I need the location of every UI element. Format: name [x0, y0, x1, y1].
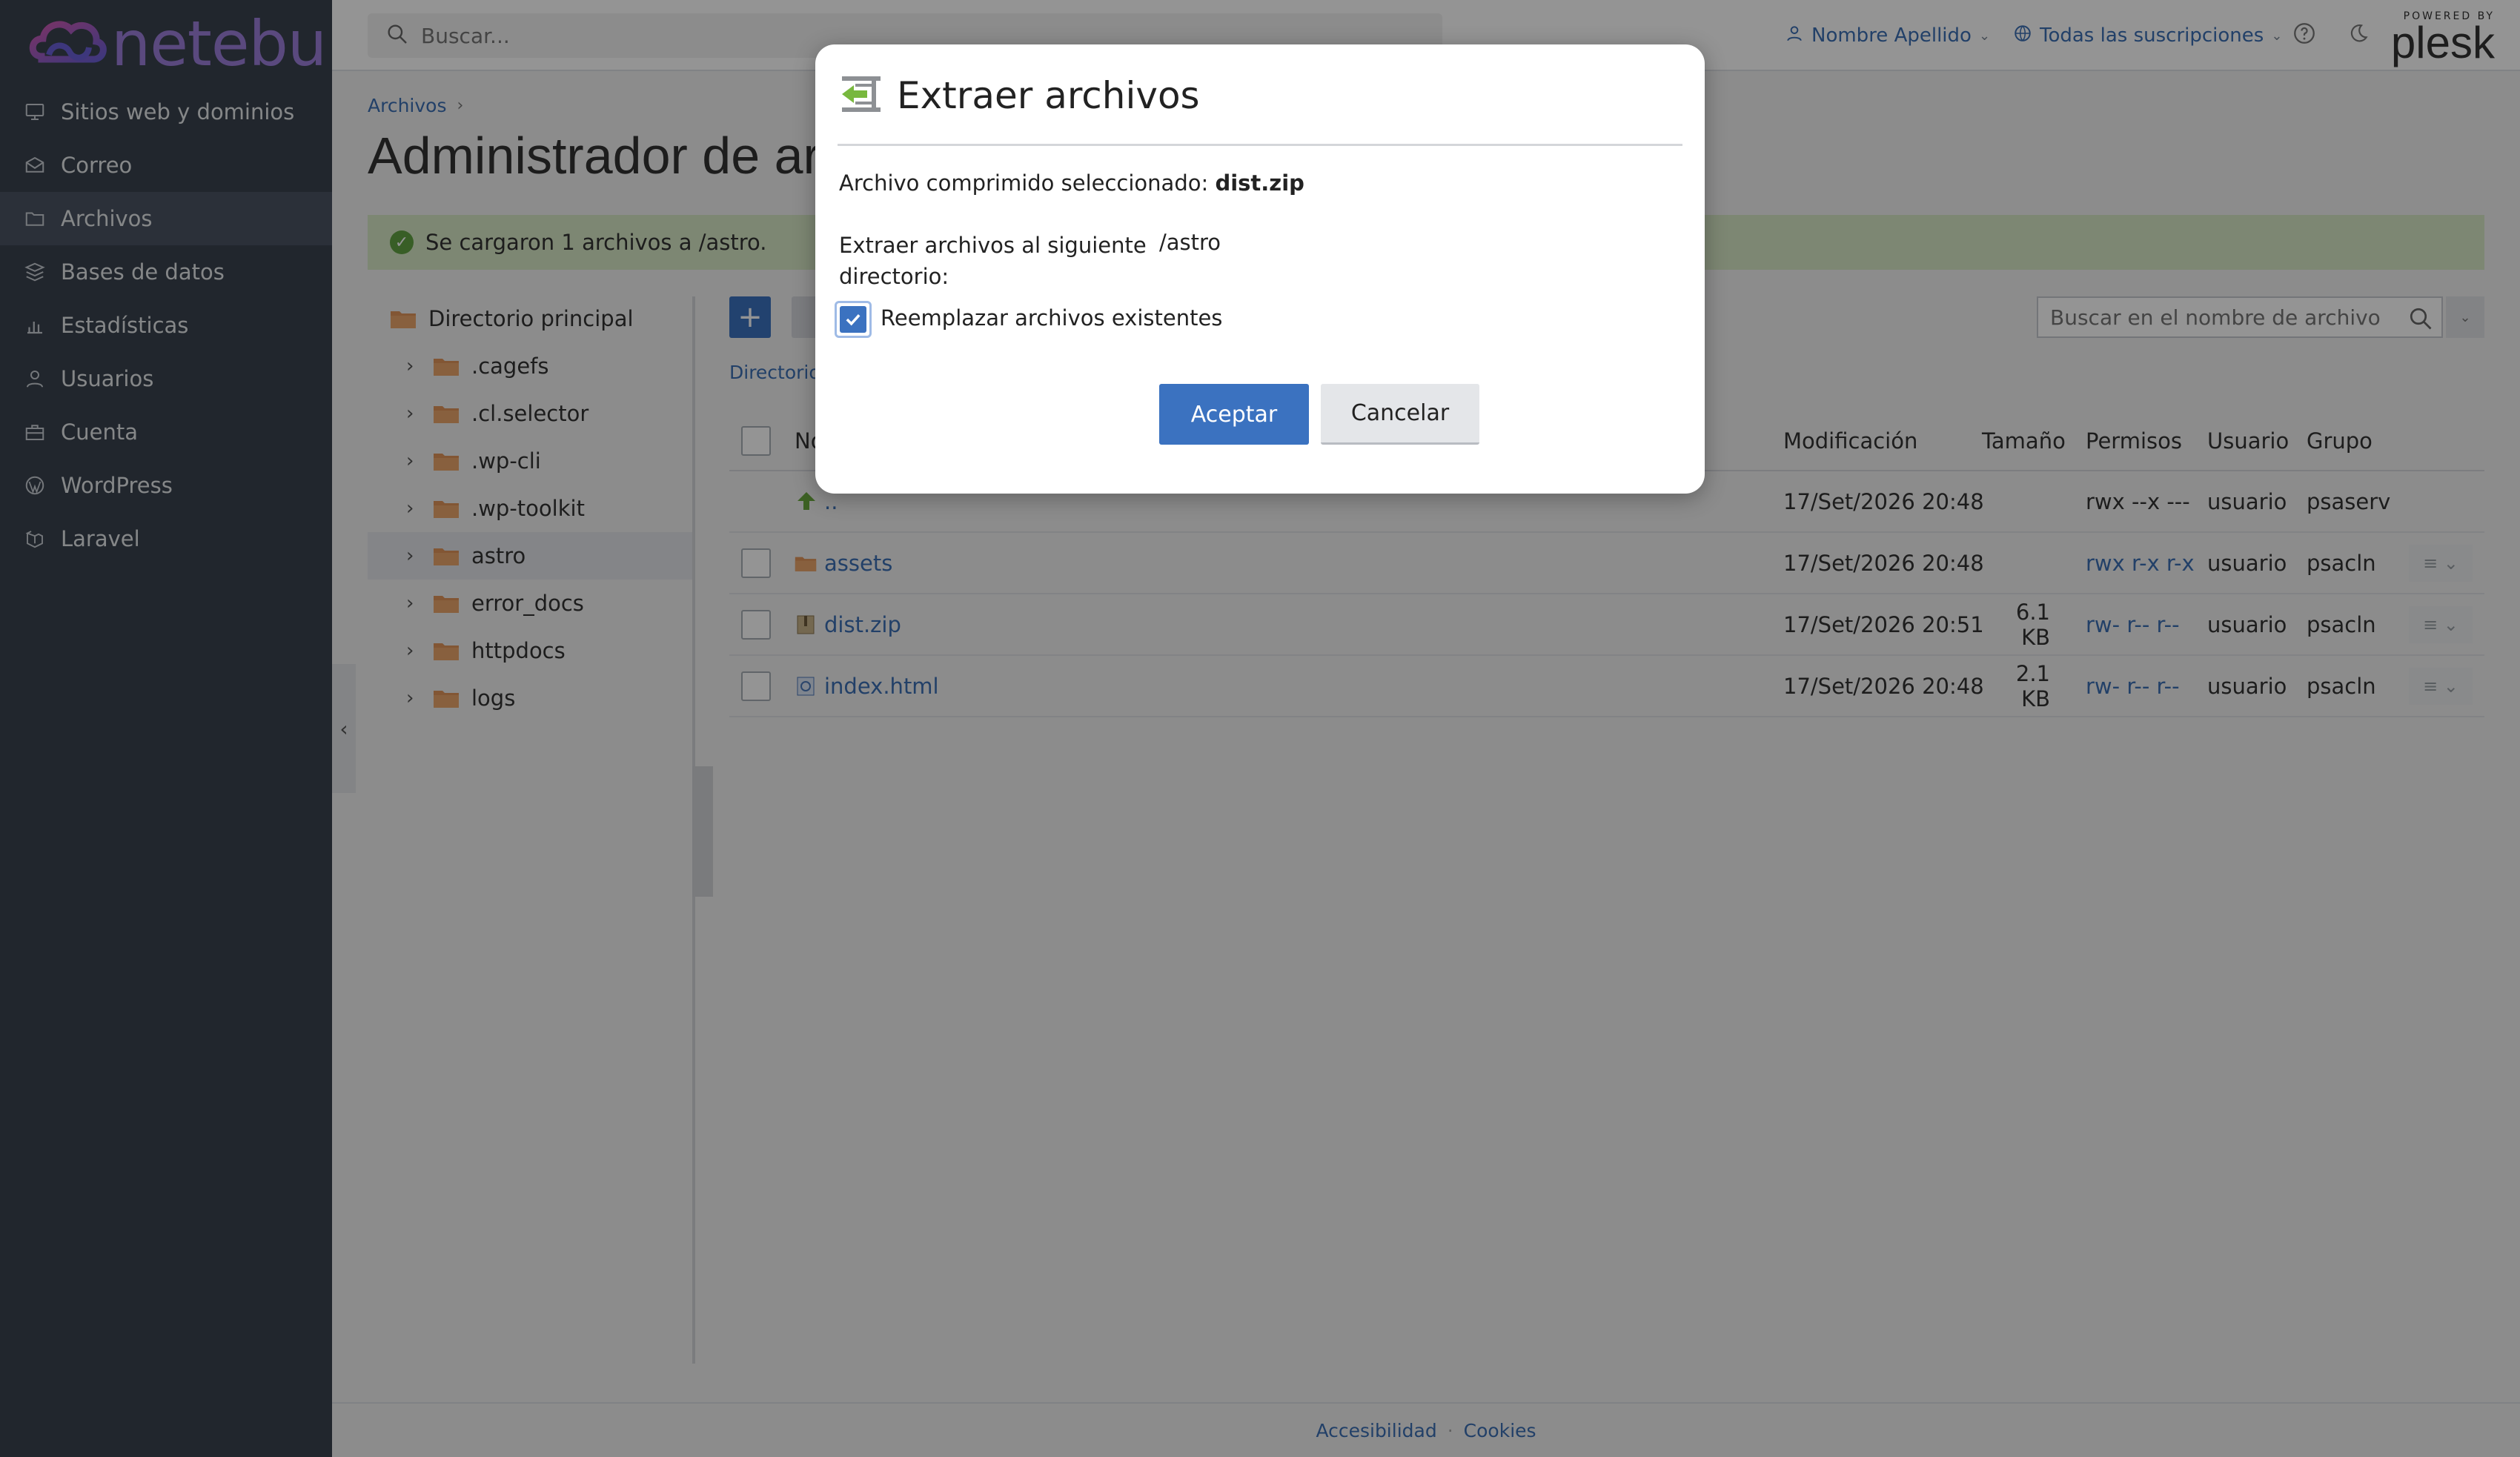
cancel-button[interactable]: Cancelar: [1321, 384, 1479, 445]
selected-archive-label: Archivo comprimido seleccionado:: [839, 170, 1209, 196]
extract-dialog: Extraer archivos Archivo comprimido sele…: [815, 44, 1705, 494]
dialog-title: Extraer archivos: [897, 74, 1200, 117]
selected-archive: Archivo comprimido seleccionado: dist.zi…: [839, 170, 1304, 196]
selected-archive-name: dist.zip: [1215, 170, 1304, 196]
replace-files-checkbox[interactable]: [835, 301, 872, 338]
target-directory-value: /astro: [1159, 230, 1221, 255]
replace-files-label[interactable]: Reemplazar archivos existentes: [881, 305, 1222, 331]
dialog-header: Extraer archivos: [838, 71, 1682, 120]
dialog-divider: [838, 144, 1682, 146]
checkmark-icon: [840, 306, 866, 333]
accept-button[interactable]: Aceptar: [1159, 384, 1309, 445]
target-directory-label: Extraer archivos al siguiente directorio…: [839, 233, 1147, 289]
extract-icon: [838, 70, 885, 121]
